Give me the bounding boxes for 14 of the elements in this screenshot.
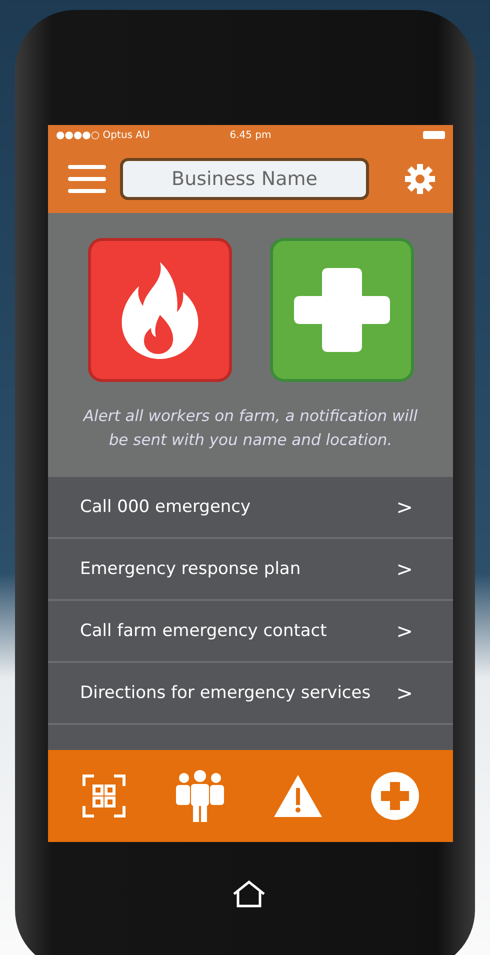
business-name-field[interactable]: Business Name [120,158,369,200]
first-aid-alert-button[interactable] [270,238,414,382]
warning-icon[interactable] [273,774,324,818]
alert-note: Alert all workers on farm, a notification will be sent with you name and location. [82,406,419,451]
clock-label: 6.45 pm [230,130,272,140]
qr-scan-icon[interactable] [82,774,126,818]
home-icon[interactable] [231,880,267,908]
fire-alert-button[interactable] [88,238,232,382]
battery-icon [423,131,445,139]
settings-icon[interactable] [405,164,435,194]
menu-icon[interactable] [68,165,106,193]
carrier-label: ●●●●○ Optus AU [56,130,150,140]
cross-icon[interactable] [371,772,420,820]
people-icon[interactable] [174,770,226,822]
